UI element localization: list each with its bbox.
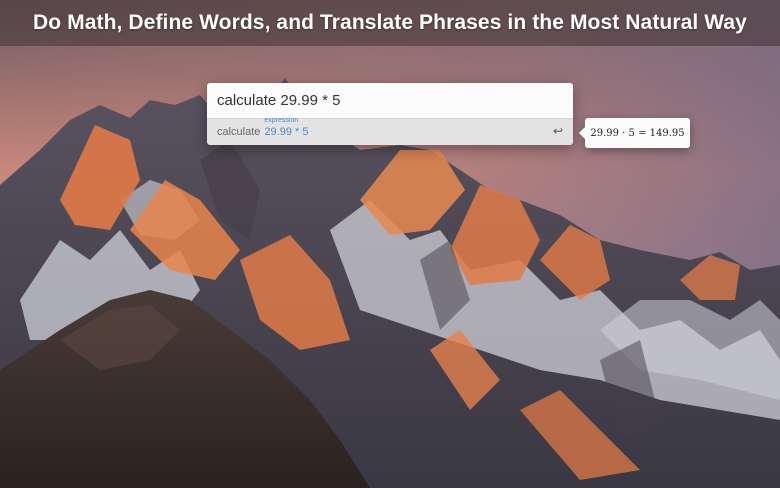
query-row[interactable] [207, 83, 573, 119]
banner-title: Do Math, Define Words, and Translate Phr… [33, 11, 747, 34]
result-argument: expression 29.99 * 5 [264, 117, 309, 138]
mountain-wallpaper [0, 0, 780, 488]
launcher-panel: calculate expression 29.99 * 5 ↩ [207, 83, 573, 145]
argument-label: expression [264, 117, 299, 124]
result-row[interactable]: calculate expression 29.99 * 5 ↩ [207, 117, 573, 145]
title-banner: Do Math, Define Words, and Translate Phr… [0, 0, 780, 46]
query-input[interactable] [217, 92, 557, 109]
argument-value: 29.99 * 5 [264, 126, 309, 138]
result-command: calculate [217, 126, 261, 138]
answer-bubble: 29.99 · 5 = 149.95 [579, 118, 690, 148]
return-icon[interactable]: ↩ [553, 124, 563, 138]
answer-text: 29.99 · 5 = 149.95 [590, 127, 685, 139]
